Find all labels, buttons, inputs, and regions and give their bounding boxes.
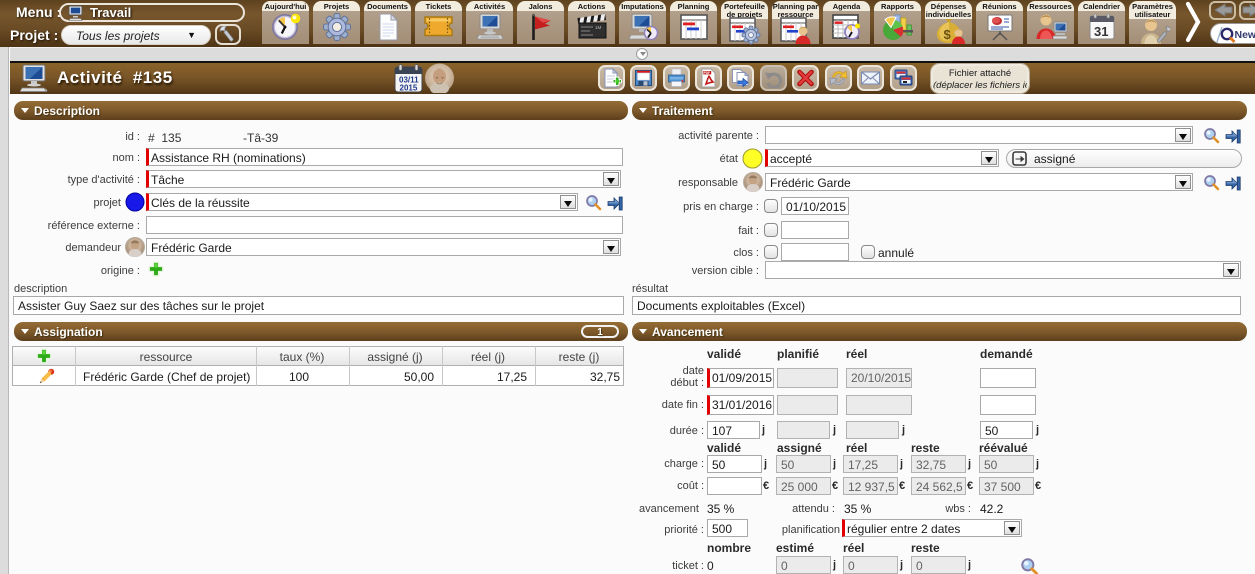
svg-text:$: $ [943, 27, 951, 42]
svg-text:2015: 2015 [400, 84, 418, 93]
svg-text:31: 31 [1094, 24, 1108, 39]
svg-text:PDF: PDF [704, 71, 710, 75]
svg-text:New ta: New ta [1235, 29, 1255, 41]
svg-text:1M: 1M [595, 25, 602, 30]
